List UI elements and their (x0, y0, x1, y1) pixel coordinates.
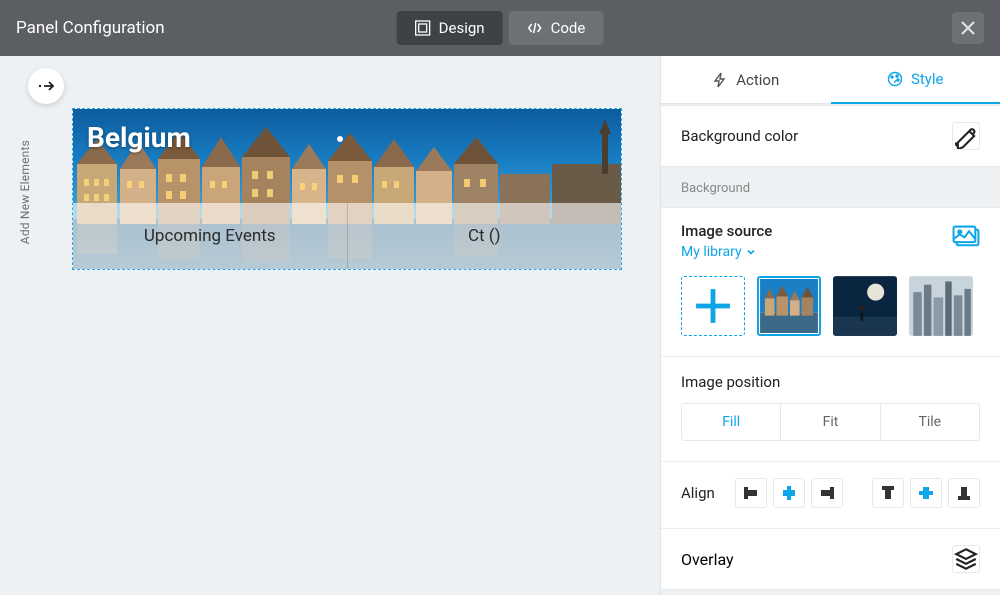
image-position-label: Image position (661, 357, 1000, 403)
panel-tab-events[interactable]: Upcoming Events (73, 203, 348, 269)
background-section-title: Background (661, 167, 1000, 206)
side-tab-style[interactable]: Style (831, 56, 1000, 104)
image-source-label: Image source (681, 222, 772, 240)
bg-color-picker[interactable] (952, 122, 980, 150)
side-tab-style-label: Style (911, 70, 944, 88)
paint-icon (953, 123, 979, 149)
plus-icon (682, 277, 744, 335)
preview-panel[interactable]: Belgium Upcoming Events Ct () (72, 108, 622, 270)
background-color-row: Background color (661, 106, 1000, 166)
action-icon (712, 72, 728, 88)
thumb-city[interactable] (909, 276, 973, 336)
page-title: Panel Configuration (16, 18, 165, 38)
layers-icon (953, 546, 979, 572)
image-source-dropdown[interactable]: My library (681, 244, 772, 260)
align-h-center[interactable] (773, 478, 805, 508)
close-button[interactable] (952, 12, 984, 44)
align-right[interactable] (811, 478, 843, 508)
bg-color-label: Background color (681, 127, 798, 145)
design-icon (415, 20, 431, 36)
seg-fill[interactable]: Fill (682, 404, 780, 440)
image-source-link-label: My library (681, 244, 742, 260)
thumb-moon[interactable] (833, 276, 897, 336)
add-elements-label[interactable]: Add New Elements (18, 140, 32, 244)
tab-code-label: Code (551, 19, 586, 37)
image-library-button[interactable] (952, 222, 980, 250)
overlay-button[interactable] (952, 545, 980, 573)
side-tab-action-label: Action (736, 71, 779, 89)
close-icon (961, 21, 975, 35)
image-position-segment: Fill Fit Tile (681, 403, 980, 441)
tab-code[interactable]: Code (509, 11, 604, 45)
image-icon (952, 225, 980, 247)
align-bottom[interactable] (948, 478, 980, 508)
thumb-belgium[interactable] (757, 276, 821, 336)
seg-tile[interactable]: Tile (880, 404, 979, 440)
tab-design-label: Design (439, 19, 485, 37)
style-icon (887, 71, 903, 87)
tab-design[interactable]: Design (397, 11, 503, 45)
panel-tab-ct[interactable]: Ct () (348, 203, 622, 269)
panel-background: Belgium Upcoming Events Ct () (73, 109, 621, 269)
overlay-label: Overlay (681, 550, 734, 569)
add-image-button[interactable] (681, 276, 745, 336)
align-left[interactable] (735, 478, 767, 508)
align-v-center[interactable] (910, 478, 942, 508)
seg-fit[interactable]: Fit (780, 404, 879, 440)
align-label: Align (681, 484, 725, 502)
side-tab-action[interactable]: Action (661, 56, 831, 104)
panel-title: Belgium (87, 121, 191, 154)
chevron-down-icon (746, 247, 756, 257)
align-top[interactable] (872, 478, 904, 508)
code-icon (527, 20, 543, 36)
